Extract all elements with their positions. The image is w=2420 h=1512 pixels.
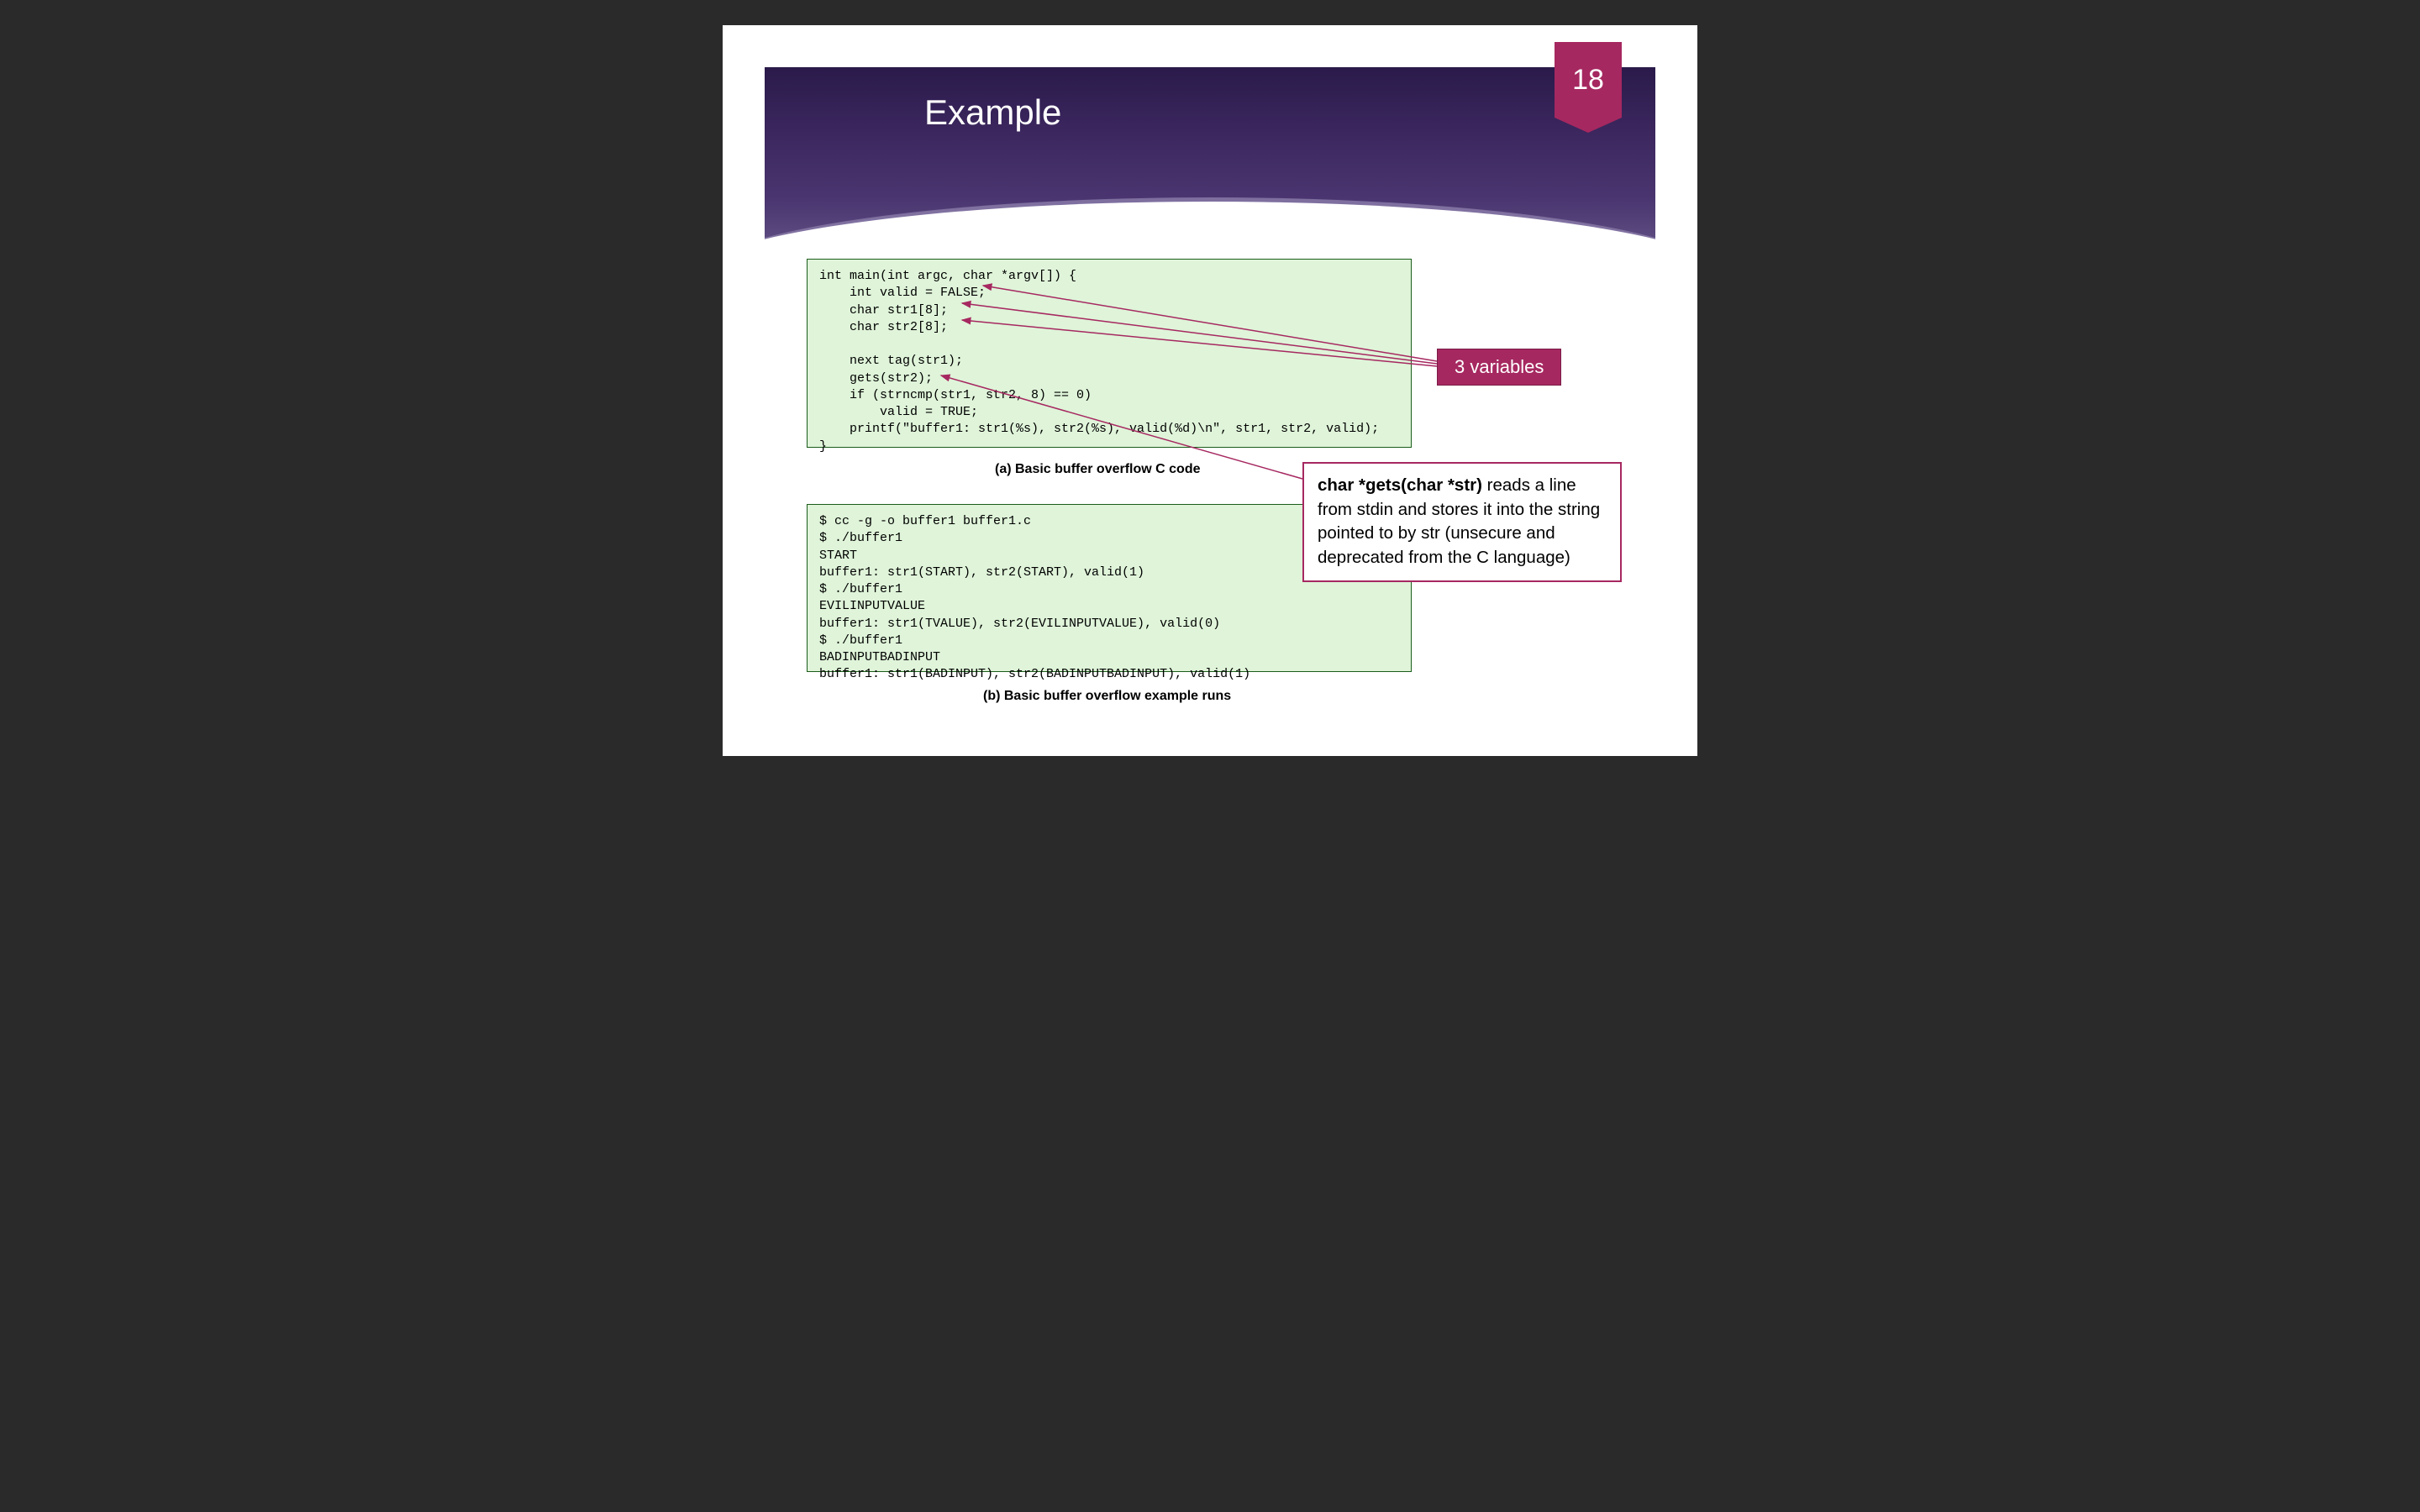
callout-variables: 3 variables bbox=[1437, 349, 1561, 386]
header-banner bbox=[765, 67, 1655, 269]
callout-gets-signature: char *gets(char *str) bbox=[1318, 475, 1482, 495]
callout-gets-description: char *gets(char *str) reads a line from … bbox=[1302, 462, 1622, 582]
page-number: 18 bbox=[1572, 64, 1604, 97]
caption-a: (a) Basic buffer overflow C code bbox=[995, 462, 1201, 477]
presentation-slide: Example 18 int main(int argc, char *argv… bbox=[723, 25, 1697, 756]
page-number-tab: 18 bbox=[1555, 42, 1622, 118]
caption-b: (b) Basic buffer overflow example runs bbox=[983, 689, 1231, 704]
code-block-a: int main(int argc, char *argv[]) { int v… bbox=[807, 259, 1412, 448]
slide-title: Example bbox=[924, 92, 1061, 133]
